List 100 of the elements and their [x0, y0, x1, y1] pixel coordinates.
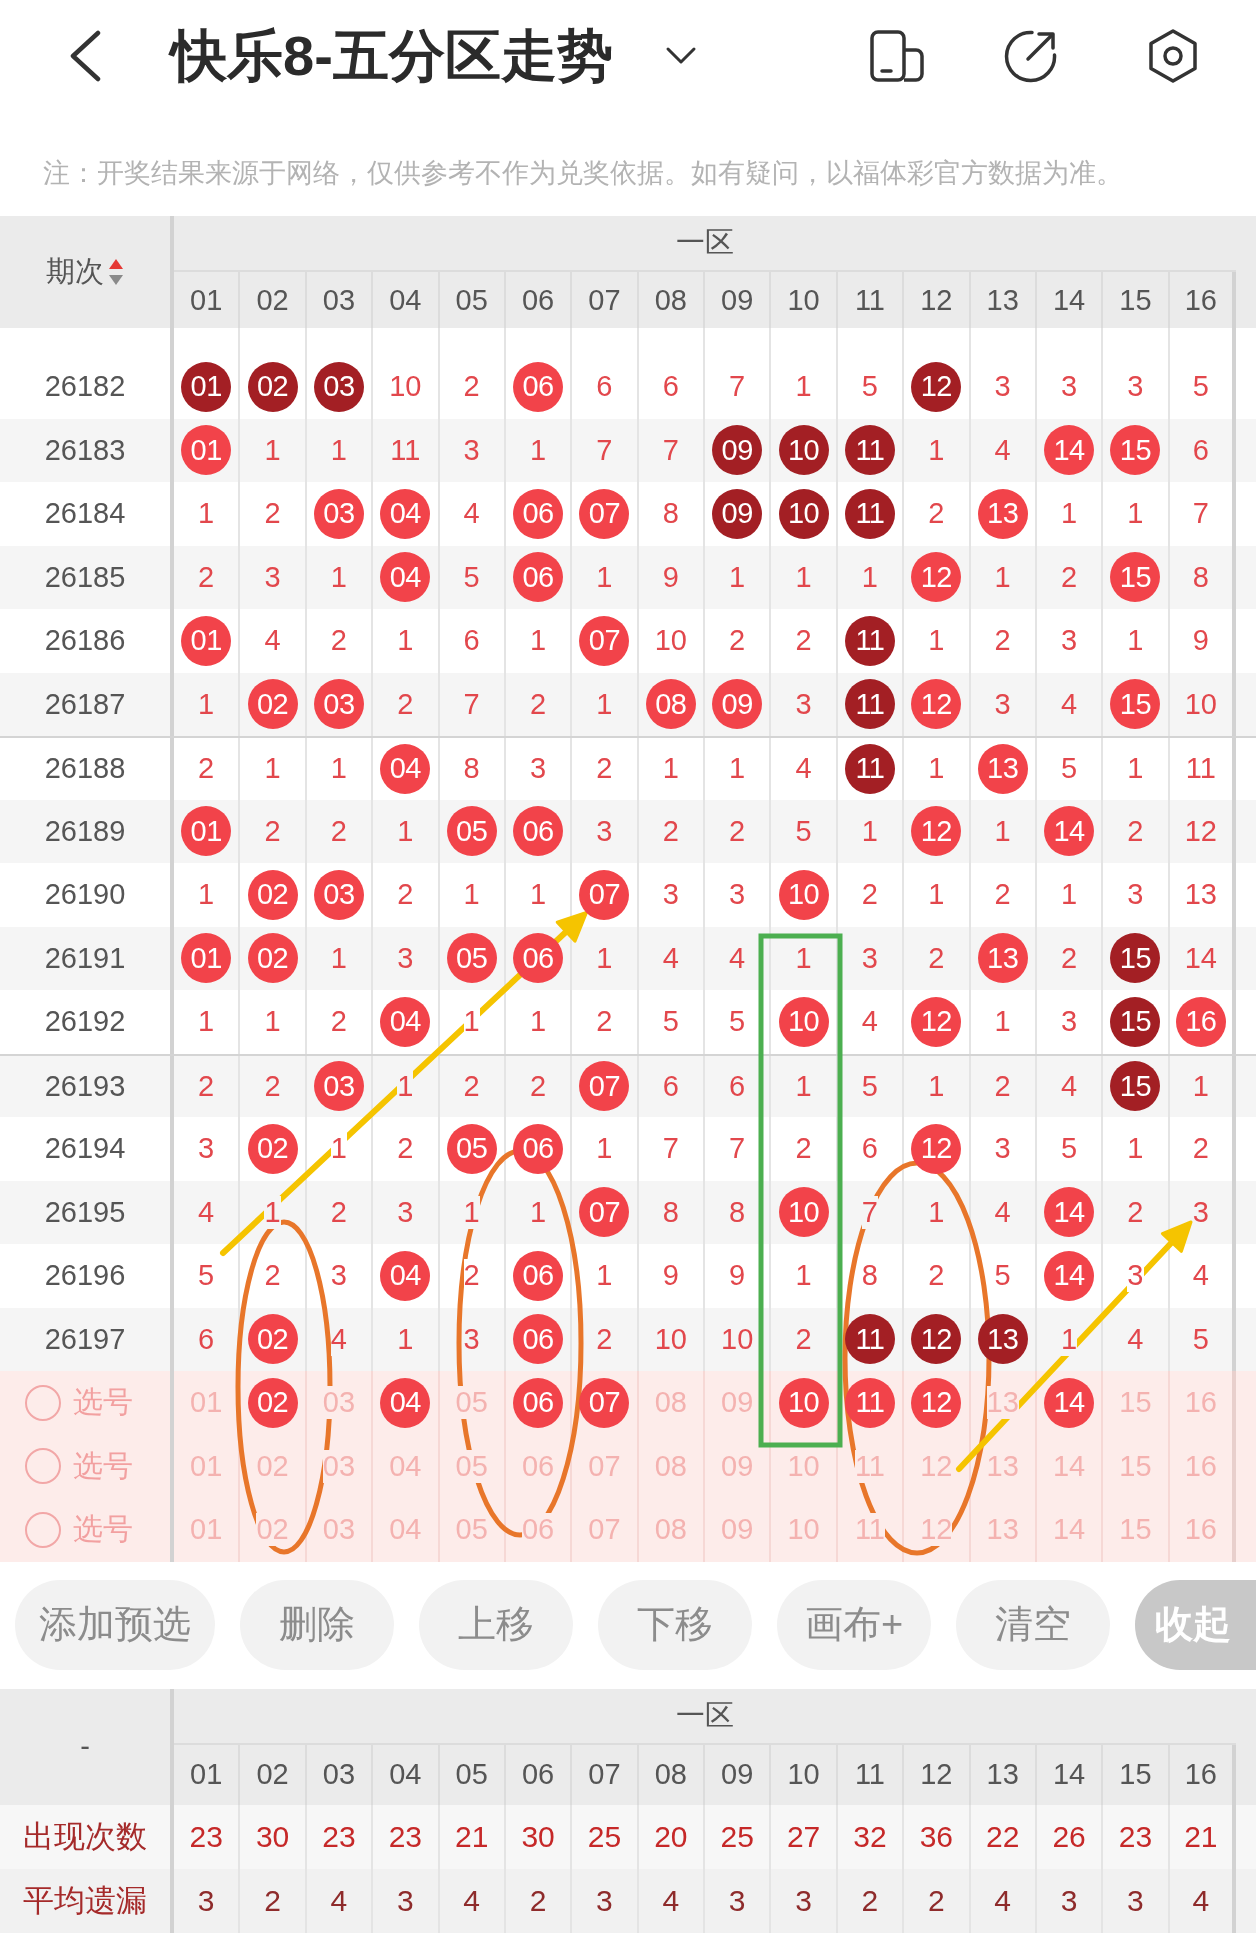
drawn-number: 02	[247, 679, 298, 730]
occurrence-count: 25	[587, 1819, 622, 1854]
sort-icon[interactable]	[106, 257, 125, 287]
drawn-number: 13	[977, 1314, 1028, 1365]
drawn-number: 07	[579, 869, 630, 920]
drawn-number: 11	[844, 615, 895, 666]
selected-number[interactable]: 14	[1044, 1377, 1095, 1428]
average-miss: 2	[529, 1883, 547, 1918]
radio-button[interactable]	[25, 1384, 61, 1421]
drawn-number: 09	[712, 425, 763, 476]
toolbar-button[interactable]: 上移	[419, 1579, 573, 1670]
pick-number[interactable]: 03	[322, 1386, 356, 1420]
column-number: 12	[920, 1758, 953, 1791]
drawn-number: 12	[911, 552, 962, 603]
drawn-number: 06	[513, 361, 564, 412]
drawn-number: 03	[313, 1061, 364, 1112]
drawn-number: 06	[513, 552, 564, 603]
average-miss: 3	[728, 1883, 746, 1918]
drawn-number: 03	[313, 361, 364, 412]
pick-number[interactable]: 05	[455, 1449, 488, 1483]
drawn-number: 01	[181, 933, 232, 984]
selected-number[interactable]: 07	[579, 1377, 630, 1428]
selected-number[interactable]: 11	[844, 1377, 895, 1428]
issue-number: 26196	[44, 1259, 126, 1293]
drawn-number: 03	[313, 488, 364, 539]
column-number: 06	[521, 1758, 555, 1791]
toolbar-button[interactable]: 下移	[598, 1579, 752, 1670]
occurrence-count: 22	[986, 1819, 1020, 1854]
miss-count: 1	[264, 1195, 281, 1229]
selected-number[interactable]: 12	[911, 1377, 962, 1428]
dropdown-caret-icon[interactable]	[664, 46, 697, 66]
drawn-number: 14	[1044, 806, 1095, 857]
drawn-number: 11	[844, 488, 895, 539]
drawn-number: 10	[778, 869, 829, 920]
column-number: 01	[190, 1758, 223, 1791]
back-icon[interactable]	[68, 30, 102, 82]
issue-heading: 期次	[45, 254, 104, 289]
occurrence-count: 30	[521, 1819, 555, 1854]
drawn-number: 07	[579, 615, 630, 666]
selected-number[interactable]: 04	[380, 1377, 431, 1428]
drawn-number: 15	[1110, 1061, 1161, 1112]
drawn-number: 11	[844, 1314, 895, 1365]
column-number: 10	[787, 283, 820, 317]
occurrence-count: 20	[654, 1819, 688, 1854]
occurrence-count: 21	[455, 1819, 489, 1854]
pick-number[interactable]: 02	[256, 1513, 289, 1547]
drawn-number: 10	[778, 488, 829, 539]
drawn-number: 11	[844, 679, 895, 730]
column-number: 12	[920, 283, 953, 317]
average-miss: 3	[596, 1883, 613, 1918]
drawn-number: 13	[977, 488, 1028, 539]
drawn-number: 13	[977, 933, 1028, 984]
occurrence-count: 23	[388, 1819, 422, 1854]
drawn-number: 02	[247, 869, 298, 920]
drawn-number: 16	[1175, 996, 1226, 1047]
average-miss: 4	[994, 1883, 1012, 1918]
column-number: 04	[389, 283, 422, 317]
toolbar-button[interactable]: 删除	[240, 1579, 394, 1670]
drawn-number: 12	[911, 679, 962, 730]
devices-icon[interactable]	[869, 28, 925, 84]
drawn-number: 01	[181, 361, 232, 412]
average-miss: 2	[927, 1883, 945, 1918]
drawn-number: 07	[579, 488, 630, 539]
average-miss: 3	[197, 1883, 215, 1918]
drawn-number: 07	[579, 1187, 630, 1238]
toolbar-button[interactable]: 清空	[956, 1579, 1110, 1670]
average-miss: 4	[1192, 1883, 1210, 1918]
drawn-number: 03	[313, 869, 364, 920]
radio-button[interactable]	[25, 1448, 61, 1485]
column-number: 02	[256, 283, 289, 317]
pick-number[interactable]: 11	[854, 1449, 885, 1483]
column-number: 14	[1052, 283, 1086, 317]
issue-number: 26193	[44, 1069, 126, 1103]
average-miss: 3	[1127, 1883, 1144, 1918]
column-number: 14	[1052, 1758, 1086, 1791]
selected-number[interactable]: 10	[778, 1377, 829, 1428]
pick-number[interactable]: 05	[455, 1386, 488, 1420]
occurrence-count: 23	[1118, 1819, 1153, 1854]
occurrence-count: 27	[786, 1819, 821, 1854]
toolbar-button[interactable]: 画布+	[777, 1579, 931, 1670]
drawn-number: 06	[513, 488, 564, 539]
column-number: 01	[190, 283, 223, 317]
share-icon[interactable]	[1003, 28, 1059, 84]
toolbar-button[interactable]: 添加预选	[15, 1579, 215, 1670]
column-number: 11	[854, 283, 885, 317]
drawn-number: 09	[712, 679, 763, 730]
pick-number[interactable]: 03	[322, 1449, 356, 1483]
drawn-number: 05	[446, 1123, 497, 1174]
issue-number: 26187	[44, 687, 126, 721]
average-miss: 4	[662, 1883, 680, 1918]
occurrence-count: 30	[255, 1819, 290, 1854]
corner-label: -	[80, 1730, 90, 1763]
issue-number: 26197	[44, 1322, 126, 1356]
pick-number[interactable]: 13	[986, 1386, 1019, 1420]
column-number: 05	[455, 1758, 488, 1791]
drawn-number: 08	[645, 679, 696, 730]
column-number: 07	[588, 1758, 621, 1791]
radio-button[interactable]	[25, 1511, 61, 1548]
selected-number[interactable]: 02	[247, 1377, 298, 1428]
selected-number[interactable]: 06	[513, 1377, 564, 1428]
